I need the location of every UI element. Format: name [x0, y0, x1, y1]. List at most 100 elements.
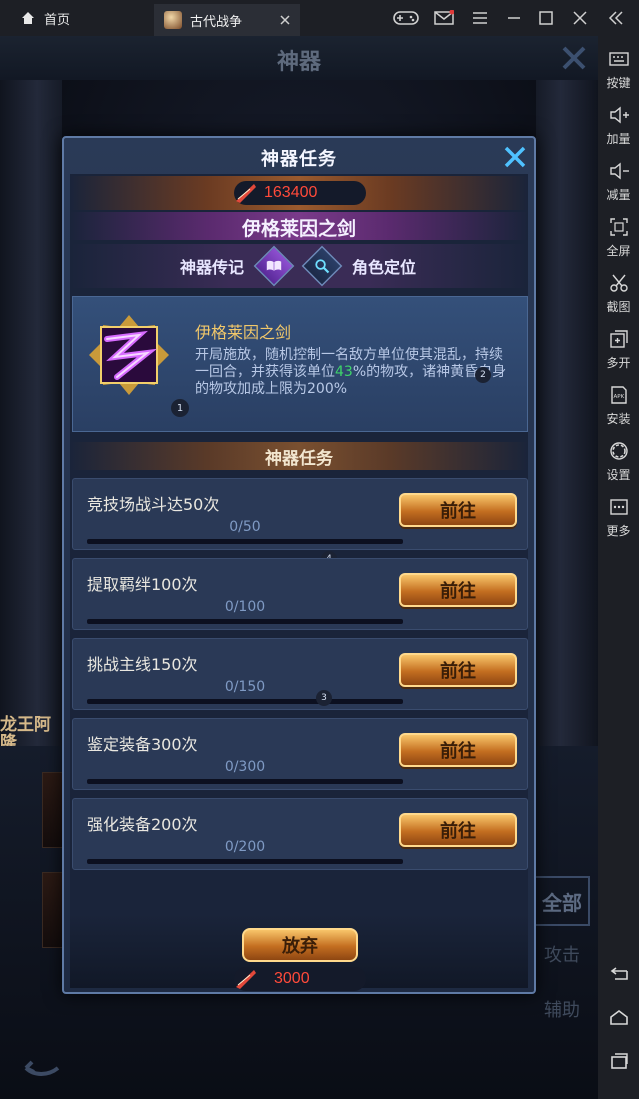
- task-row: 挑战主线150次 0/150 前往: [72, 638, 528, 710]
- task-row: 鉴定装备300次 0/300 前往: [72, 718, 528, 790]
- tab-role-position-label: 角色定位: [352, 258, 417, 277]
- double-chevron-left-icon: [608, 11, 623, 25]
- task-progress-bar: [87, 859, 403, 864]
- task-label: 挑战主线150次: [87, 655, 198, 674]
- dialog-close-button[interactable]: [500, 142, 530, 172]
- toolbar-keymap[interactable]: 按键: [598, 48, 639, 100]
- filter-support-label[interactable]: 辅助: [534, 996, 590, 1022]
- home-icon: [22, 12, 34, 24]
- toolbar-install-apk[interactable]: APK 安装: [598, 384, 639, 436]
- abandon-cost: 3000: [234, 967, 366, 991]
- toolbar-label: 更多: [606, 524, 631, 538]
- filter-all-button[interactable]: 全部: [534, 876, 590, 926]
- artifact-description: 开局施放，随机控制一名敌方单位使其混乱，持续一回合，并获得该单位43%的物攻，诸…: [195, 347, 515, 398]
- toolbar-label: 减量: [606, 188, 631, 202]
- quill-icon: [236, 184, 256, 203]
- toolbar-label: 设置: [606, 468, 631, 482]
- background-hero-left: 龙王阿隆: [0, 80, 62, 780]
- task-go-button[interactable]: 前往: [399, 653, 517, 687]
- android-recents-button[interactable]: [598, 1046, 639, 1076]
- maximize-button[interactable]: [530, 0, 562, 36]
- background-back-icon[interactable]: [18, 1046, 64, 1082]
- task-label: 竞技场战斗达50次: [87, 495, 220, 514]
- gear-icon: [609, 442, 628, 460]
- task-go-button[interactable]: 前往: [399, 813, 517, 847]
- game-header: 神器: [0, 36, 598, 80]
- task-row: 强化装备200次 0/200 前往: [72, 798, 528, 870]
- mail-icon: [434, 10, 454, 25]
- tab-artifact-lore[interactable]: 神器传记: [180, 245, 295, 287]
- minimize-icon: [508, 17, 520, 19]
- maximize-icon: [539, 11, 553, 25]
- background-close-icon[interactable]: [560, 44, 588, 72]
- window-close-button[interactable]: [564, 0, 596, 36]
- toolbar-settings[interactable]: 设置: [598, 440, 639, 492]
- currency-value: 163400: [264, 184, 318, 201]
- currency-display: 163400: [234, 181, 366, 205]
- task-label: 提取羁绊100次: [87, 575, 198, 594]
- toolbar-label: 全屏: [606, 244, 631, 258]
- gamepad-button[interactable]: [390, 0, 422, 36]
- toolbar-screenshot[interactable]: 截图: [598, 272, 639, 324]
- tab-game-label: 古代战争: [190, 14, 243, 30]
- toolbar-volume-up[interactable]: 加量: [598, 104, 639, 156]
- task-label: 强化装备200次: [87, 815, 198, 834]
- task-progress-bar: [87, 699, 403, 704]
- apk-icon: APK: [610, 386, 627, 404]
- android-home-button[interactable]: [598, 1002, 639, 1032]
- abandon-cost-value: 3000: [274, 970, 310, 987]
- task-progress-text: 0/150: [224, 679, 266, 695]
- toolbar-fullscreen[interactable]: 全屏: [598, 216, 639, 268]
- minimize-button[interactable]: [498, 0, 530, 36]
- quill-icon: [236, 970, 256, 989]
- game-logo-icon: [164, 11, 182, 29]
- marker-badge: 3: [316, 690, 332, 706]
- toolbar-label: 多开: [606, 356, 631, 370]
- artifact-info-panel: 1 伊格莱因之剑 开局施放，随机控制一名敌方单位使其混乱，持续一回合，并获得该单…: [72, 296, 528, 432]
- mail-button[interactable]: [428, 0, 460, 36]
- task-row: 提取羁绊100次 0/100 前往: [72, 558, 528, 630]
- scissors-icon: [609, 274, 628, 292]
- android-back-button[interactable]: [598, 960, 639, 990]
- tab-role-position[interactable]: 角色定位: [301, 245, 417, 287]
- task-go-button[interactable]: 前往: [399, 493, 517, 527]
- filter-attack-label[interactable]: 攻击: [534, 941, 590, 967]
- tab-game[interactable]: 古代战争: [154, 4, 300, 36]
- svg-text:APK: APK: [613, 394, 624, 400]
- tab-home[interactable]: 首页: [8, 4, 148, 32]
- artifact-task-dialog: 神器任务 163400 伊格莱因之剑 神器传记 角色定位 1 伊格莱因之剑 开局…: [62, 136, 536, 994]
- task-progress-bar: [87, 539, 403, 544]
- task-progress-bar: [87, 619, 403, 624]
- collapse-sidebar-button[interactable]: [600, 0, 632, 36]
- task-go-button[interactable]: 前往: [399, 733, 517, 767]
- gamepad-icon: [393, 11, 419, 25]
- toolbar-label: 安装: [606, 412, 631, 426]
- tab-artifact-lore-label: 神器传记: [180, 258, 245, 277]
- tab-close-icon[interactable]: [278, 13, 292, 27]
- artifact-sword-icon[interactable]: [89, 315, 169, 395]
- toolbar-more[interactable]: 更多: [598, 496, 639, 548]
- more-icon: [609, 499, 628, 515]
- sub-tab-bar: [70, 244, 528, 288]
- task-progress-bar: [87, 779, 403, 784]
- emulator-toolbar: 按键 加量 减量 全屏 截图 多开 APK 安装 设置 更多: [598, 36, 639, 1099]
- task-section-title: 神器任务: [265, 449, 333, 469]
- recents-icon: [610, 1053, 628, 1069]
- volume-up-icon: [609, 106, 629, 124]
- toolbar-label: 按键: [606, 76, 631, 90]
- task-go-button[interactable]: 前往: [399, 573, 517, 607]
- abandon-button[interactable]: 放弃: [242, 928, 358, 962]
- dialog-header: 神器任务: [64, 138, 534, 174]
- toolbar-multi-open[interactable]: 多开: [598, 328, 639, 380]
- toolbar-label: 加量: [606, 132, 631, 146]
- fullscreen-icon: [609, 218, 628, 236]
- background-page-title: 神器: [276, 49, 321, 75]
- toolbar-volume-down[interactable]: 减量: [598, 160, 639, 212]
- magnifier-icon: [301, 245, 343, 287]
- menu-button[interactable]: [464, 0, 496, 36]
- artifact-info-title: 伊格莱因之剑: [195, 323, 292, 342]
- marker-badge: 2: [475, 367, 491, 383]
- artifact-name: 伊格莱因之剑: [241, 218, 356, 240]
- close-icon: [504, 146, 526, 168]
- task-row: 竞技场战斗达50次 0/50 前往: [72, 478, 528, 550]
